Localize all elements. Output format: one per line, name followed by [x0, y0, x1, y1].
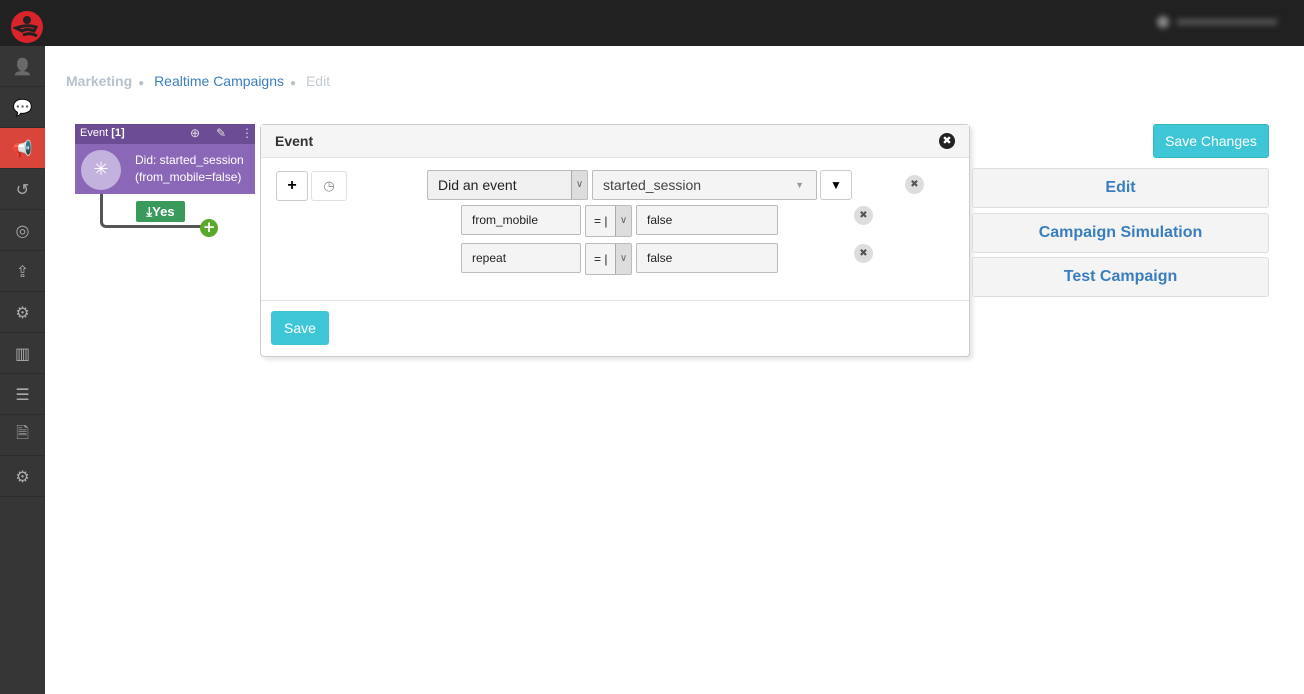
breadcrumb: Marketing ● Realtime Campaigns ● Edit — [66, 73, 331, 89]
test-campaign-button[interactable]: Test Campaign — [972, 257, 1269, 297]
node-line-1: Did: started_session — [135, 153, 244, 167]
node-count: [1] — [111, 127, 125, 139]
logo[interactable] — [10, 10, 44, 44]
condition-value[interactable]: false — [636, 243, 778, 273]
target-icon: ◎ — [15, 220, 30, 240]
modal-footer-divider — [261, 300, 969, 301]
breadcrumb-marketing[interactable]: Marketing — [66, 73, 132, 89]
campaign-simulation-button[interactable]: Campaign Simulation — [972, 213, 1269, 253]
condition-operator[interactable]: = | ∨ — [585, 205, 632, 237]
node-line-2: (from_mobile=false) — [135, 170, 242, 184]
yes-branch-label: ⤓Yes — [136, 201, 185, 222]
sidebar-item[interactable]: ☰ — [0, 374, 45, 415]
megaphone-icon: 📢 — [12, 138, 33, 158]
gears-icon: ⚙ — [15, 466, 30, 486]
sidebar-item[interactable]: ↺ — [0, 169, 45, 210]
remove-condition-icon[interactable]: ✖ — [854, 244, 873, 263]
pencil-icon[interactable]: ✎ — [216, 126, 226, 140]
remove-condition-icon[interactable]: ✖ — [854, 206, 873, 225]
sidebar-item[interactable]: 🗎 — [0, 415, 45, 456]
sidebar: 👤 💬 📢 ↺ ◎ ⇪ ⚙ ▥ ☰ 🗎 ⚙ — [0, 46, 45, 694]
file-code-icon: 🗎 — [16, 422, 29, 442]
more-vertical-icon[interactable]: ⋮ — [241, 126, 253, 140]
event-node[interactable]: Event [1] ⊕ ✎ ⋮ ✳ Did: started_session (f… — [75, 124, 255, 194]
node-header: Event [1] ⊕ ✎ ⋮ — [75, 124, 255, 144]
breadcrumb-realtime-campaigns[interactable]: Realtime Campaigns — [154, 73, 284, 89]
condition-field[interactable]: from_mobile — [461, 205, 581, 235]
event-type-select[interactable]: Did an event ∨ — [427, 170, 588, 200]
condition-field[interactable]: repeat — [461, 243, 581, 273]
breadcrumb-edit: Edit — [305, 73, 331, 89]
add-condition-button[interactable]: + — [276, 171, 308, 201]
sidebar-item[interactable]: 💬 — [0, 87, 45, 128]
node-title: Event — [80, 127, 109, 139]
top-bar — [0, 0, 1304, 46]
sidebar-item[interactable]: ⚙ — [0, 456, 45, 497]
add-node-icon[interactable]: ⊕ — [190, 126, 200, 140]
condition-value[interactable]: false — [636, 205, 778, 235]
clock-button[interactable]: ◷ — [311, 171, 347, 201]
event-name-select[interactable]: started_session ▼ — [592, 170, 817, 200]
sidebar-item[interactable]: ▥ — [0, 333, 45, 374]
cursor-click-icon: ✳ — [81, 150, 121, 190]
upload-icon: ⇪ — [15, 261, 30, 281]
event-modal: Event ✖ + ◷ Did an event ∨ started_sessio… — [260, 124, 970, 357]
condition-operator[interactable]: = | ∨ — [585, 243, 632, 275]
sidebar-item[interactable]: ⚙ — [0, 292, 45, 333]
sidebar-item[interactable]: ◎ — [0, 210, 45, 251]
list-icon: ☰ — [15, 384, 30, 404]
gears-icon: ⚙ — [15, 302, 30, 322]
chat-icon: 💬 — [12, 97, 33, 117]
modal-title: Event — [275, 133, 314, 149]
remove-event-icon[interactable]: ✖ — [905, 175, 924, 194]
edit-button[interactable]: Edit — [972, 168, 1269, 208]
sidebar-item[interactable]: 👤 — [0, 46, 45, 87]
sidebar-item[interactable]: ⇪ — [0, 251, 45, 292]
filter-button[interactable]: ▼ — [820, 170, 852, 200]
user-menu[interactable] — [1155, 14, 1280, 30]
save-button[interactable]: Save — [271, 311, 329, 345]
history-icon: ↺ — [15, 179, 30, 199]
user-icon: 👤 — [12, 56, 33, 76]
add-step-button[interactable]: + — [200, 219, 218, 237]
close-icon[interactable]: ✖ — [939, 133, 955, 149]
save-changes-button[interactable]: Save Changes — [1153, 124, 1269, 158]
sidebar-item[interactable]: 📢 — [0, 128, 45, 169]
bar-chart-icon: ▥ — [14, 343, 31, 363]
